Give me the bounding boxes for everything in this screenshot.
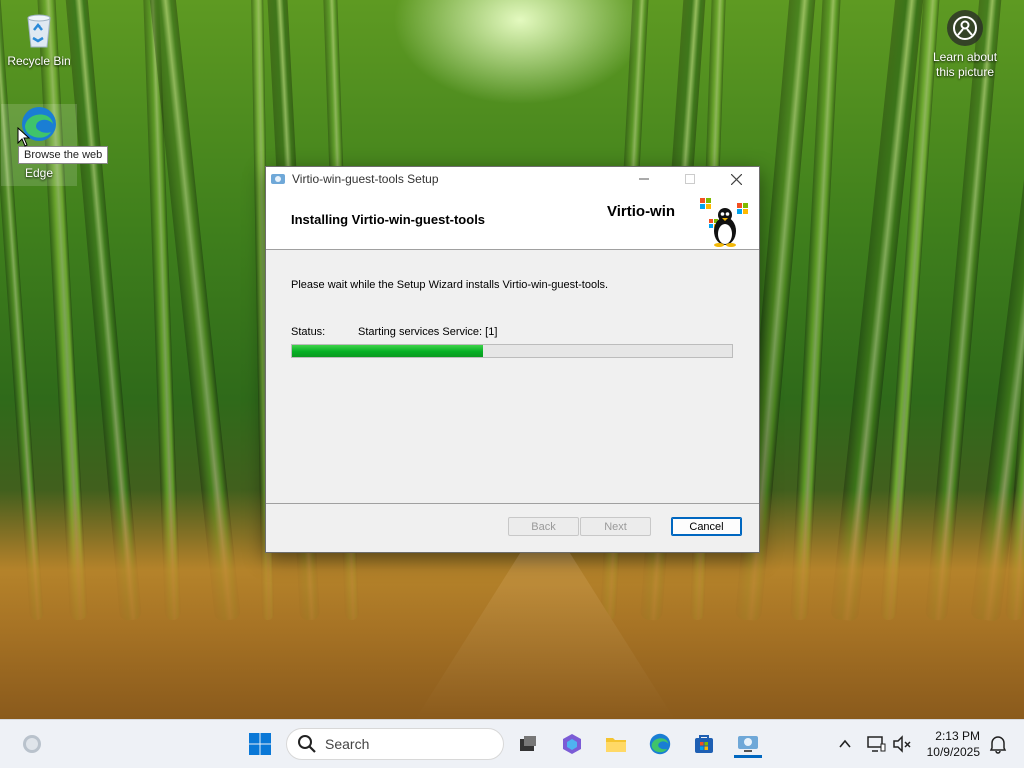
progress-fill <box>292 345 484 357</box>
edge-browser-icon <box>649 733 671 755</box>
show-hidden-icons-button[interactable] <box>831 730 859 758</box>
setup-dialog: Virtio-win-guest-tools Setup Installing … <box>265 166 760 553</box>
footer-separator <box>266 503 759 504</box>
recycle-bin-label: Recycle Bin <box>7 54 71 68</box>
microsoft-store-icon <box>695 735 713 753</box>
windows-start-icon <box>249 733 271 755</box>
volume-button[interactable] <box>888 730 916 758</box>
search-placeholder: Search <box>325 736 370 752</box>
task-view-icon <box>520 736 536 751</box>
learn-label-line2: this picture <box>935 65 995 79</box>
weather-icon <box>23 735 41 753</box>
dialog-heading: Installing Virtio-win-guest-tools <box>291 212 486 227</box>
next-button[interactable]: Next <box>580 517 651 536</box>
tux-windows-logo-icon <box>700 198 748 247</box>
edge-tooltip: Browse the web <box>18 146 109 164</box>
brand-name: Virtio-win <box>607 203 676 220</box>
status-value: Starting services Service: [1] <box>358 326 498 338</box>
description-text: Please wait while the Setup Wizard insta… <box>291 279 609 291</box>
task-view-button[interactable] <box>514 730 542 758</box>
cancel-button[interactable]: Cancel <box>671 517 742 536</box>
edge-desktop-icon[interactable]: Edge <box>1 104 77 186</box>
notifications-button[interactable] <box>984 730 1012 758</box>
installer-app-icon <box>271 174 285 184</box>
file-explorer-button[interactable] <box>602 730 630 758</box>
clock-date: 10/9/2025 <box>926 745 980 759</box>
learn-label-line1: Learn about <box>932 50 998 64</box>
store-button[interactable] <box>690 730 718 758</box>
search-icon <box>298 735 316 753</box>
network-icon <box>867 736 886 752</box>
minimize-icon <box>639 178 649 180</box>
maximize-icon <box>685 174 695 184</box>
setup-taskbar-button[interactable] <box>734 730 762 758</box>
taskbar: Search 2:13 PM 10/9/2025 <box>0 719 1024 768</box>
close-button[interactable] <box>713 167 759 191</box>
edge-label: Edge <box>24 166 54 180</box>
network-button[interactable] <box>862 730 890 758</box>
mouse-cursor-icon <box>17 126 31 152</box>
edge-taskbar-button[interactable] <box>646 730 674 758</box>
system-clock[interactable]: 2:13 PM 10/9/2025 <box>927 728 980 760</box>
close-icon <box>730 173 742 185</box>
back-button[interactable]: Back <box>508 517 579 536</box>
widgets-button[interactable] <box>18 730 46 758</box>
learn-about-picture[interactable]: Learn about this picture <box>920 10 1010 80</box>
camera-location-icon <box>947 10 983 46</box>
clock-time: 2:13 PM <box>935 729 980 743</box>
dialog-title: Virtio-win-guest-tools Setup <box>292 172 439 186</box>
taskbar-search-box[interactable]: Search <box>286 728 504 760</box>
recycle-bin-icon <box>19 10 59 50</box>
dialog-titlebar[interactable]: Virtio-win-guest-tools Setup <box>266 167 759 191</box>
copilot-button[interactable] <box>558 730 586 758</box>
minimize-button[interactable] <box>621 167 667 191</box>
chevron-up-icon <box>839 739 851 748</box>
status-label: Status: <box>291 326 326 338</box>
installer-icon <box>738 735 758 752</box>
maximize-button <box>667 167 713 191</box>
notification-bell-icon <box>989 736 1007 754</box>
copilot-icon <box>563 734 581 754</box>
recycle-bin-desktop-icon[interactable]: Recycle Bin <box>1 10 77 68</box>
dialog-banner: Installing Virtio-win-guest-tools Virtio… <box>266 191 759 250</box>
folder-icon <box>606 738 626 752</box>
speaker-muted-icon <box>893 735 911 753</box>
install-progress-bar <box>291 344 733 358</box>
start-button[interactable] <box>246 730 274 758</box>
